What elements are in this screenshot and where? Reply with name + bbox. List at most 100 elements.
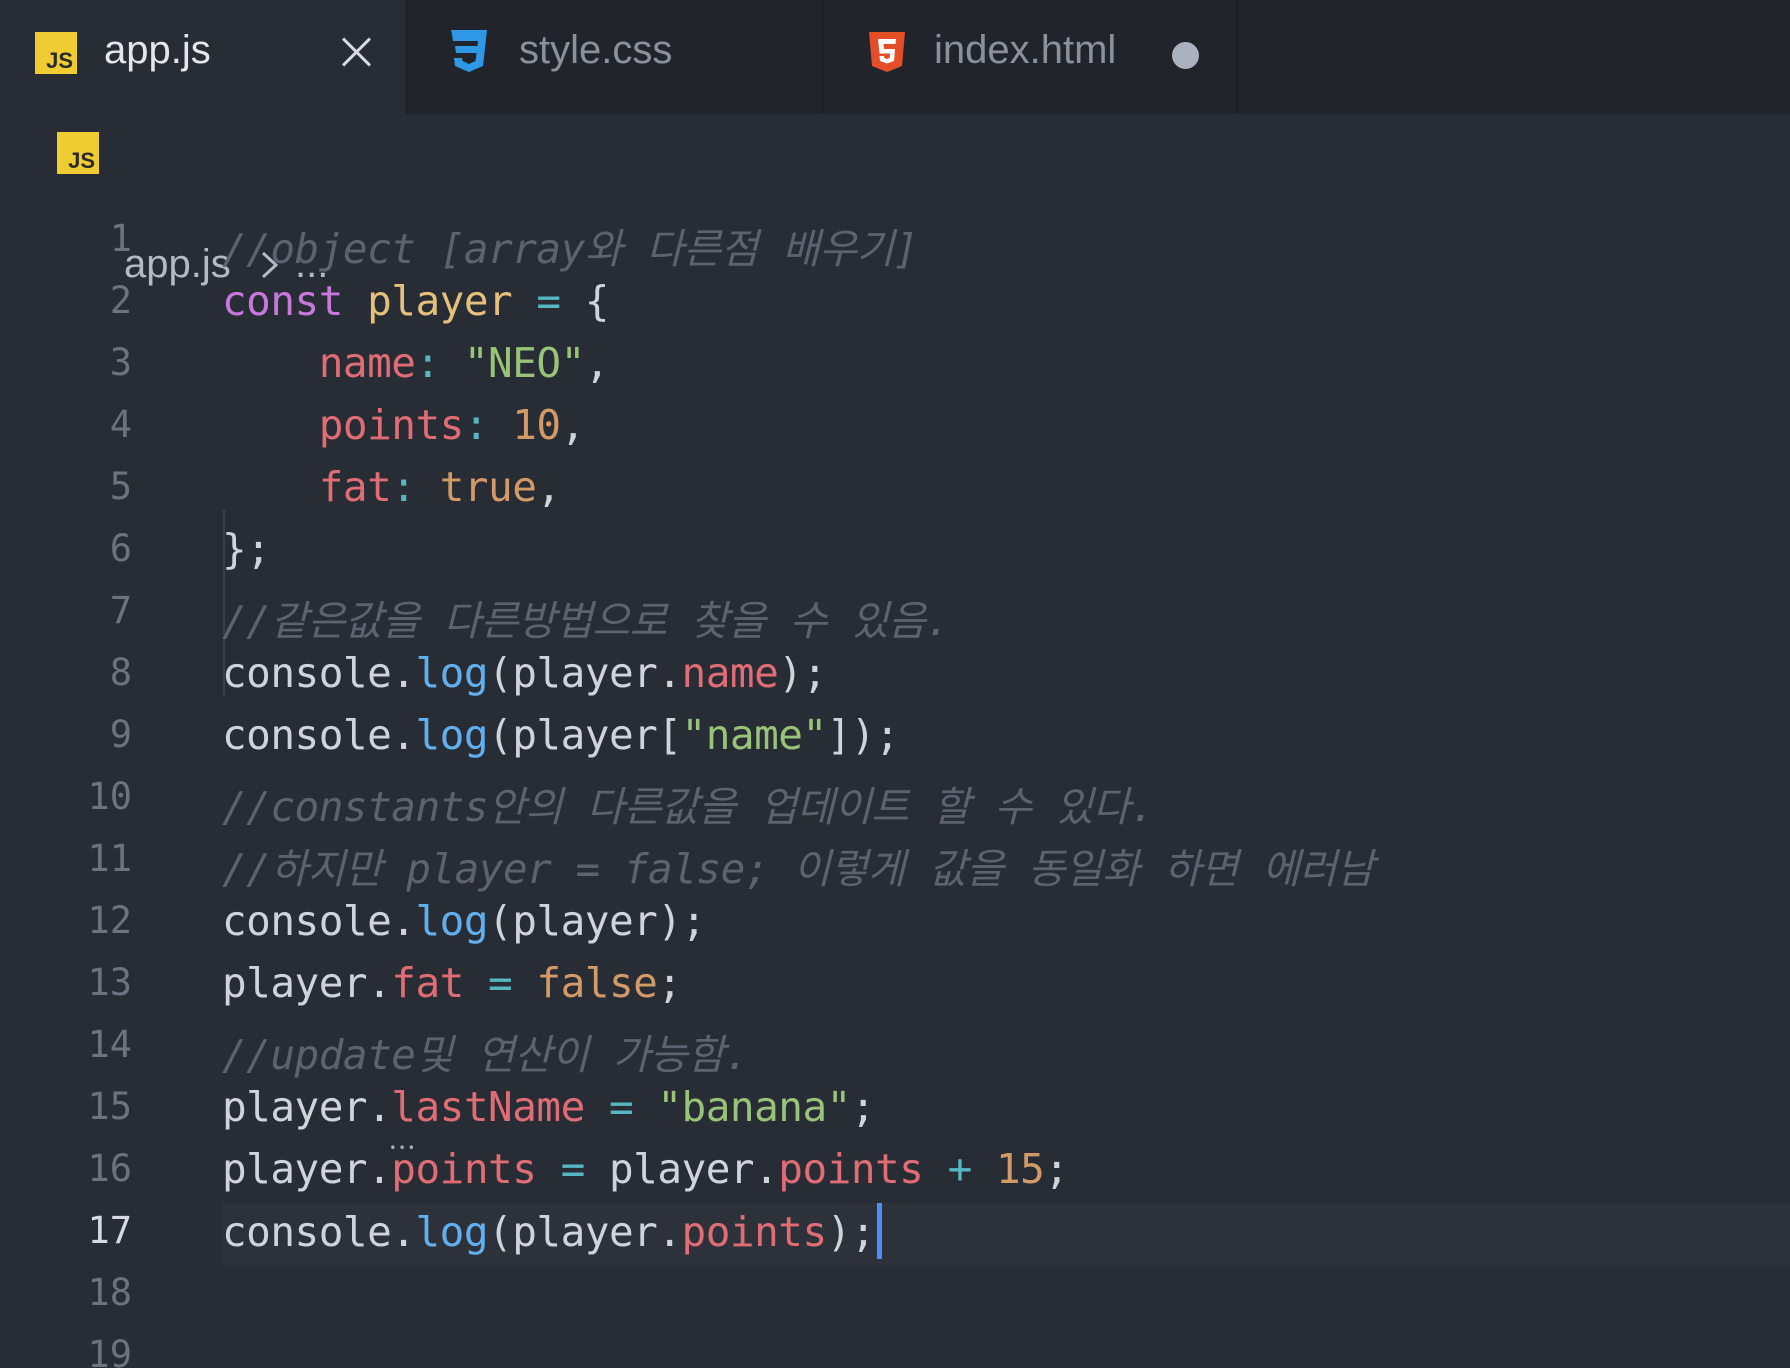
code-token: log [415, 649, 489, 697]
code-token: name [318, 339, 416, 387]
close-icon[interactable] [340, 35, 374, 69]
code-line[interactable]: 16 player.points = player.points + 15; [0, 1141, 1790, 1203]
code-text: console.log(player.points); [222, 1203, 883, 1263]
code-text: player.points = player.points + 15; [222, 1145, 1069, 1193]
code-token: : [415, 339, 441, 387]
code-token: points [318, 401, 465, 449]
code-line[interactable]: 9 console.log(player["name"]); [0, 707, 1790, 769]
unsaved-changes-dot-icon[interactable] [1172, 42, 1199, 69]
code-text: player.fat = false; [222, 959, 682, 1007]
tab-label: style.css [519, 28, 673, 72]
line-number[interactable]: 7 [32, 589, 132, 632]
line-number[interactable]: 11 [32, 837, 132, 880]
code-line[interactable]: 17 console.log(player.points); [0, 1203, 1790, 1265]
code-token: "name" [681, 711, 828, 759]
code-token: console. [222, 1208, 416, 1256]
code-line[interactable]: 18 [0, 1265, 1790, 1327]
code-token: //object [array와 다른점 배우기] [222, 225, 918, 273]
code-text: console.log(player["name"]); [222, 711, 900, 759]
code-line[interactable]: 12 console.log(player); [0, 893, 1790, 955]
code-text: //같은값을 다른방법으로 찾을 수 있음. [222, 587, 950, 647]
code-text: points: 10, [222, 401, 586, 449]
code-token: console. [222, 649, 416, 697]
line-number[interactable]: 10 [32, 775, 132, 818]
line-number[interactable]: 6 [32, 527, 132, 570]
code-text: //constants안의 다른값을 업데이트 할 수 있다. [222, 773, 1155, 833]
code-token: //같은값을 다른방법으로 찾을 수 있음. [222, 597, 950, 645]
code-line[interactable]: 1 //object [array와 다른점 배우기] [0, 211, 1790, 273]
code-token: player. [584, 1145, 779, 1193]
line-number[interactable]: 12 [32, 899, 132, 942]
tab-app-js[interactable]: JS app.js [0, 0, 407, 114]
code-token: ; [657, 959, 682, 1007]
code-token: //update및 연산이 가능함. [222, 1031, 749, 1079]
line-number[interactable]: 1 [32, 217, 132, 260]
line-number[interactable]: 13 [32, 961, 132, 1004]
line-number[interactable]: 9 [32, 713, 132, 756]
breadcrumb: JS app.js ... [0, 114, 1790, 286]
code-line[interactable]: 7 //같은값을 다른방법으로 찾을 수 있음. [0, 583, 1790, 645]
line-number[interactable]: 8 [32, 651, 132, 694]
code-line[interactable]: 5 fat: true, [0, 459, 1790, 521]
code-line[interactable]: 6}; [0, 521, 1790, 583]
line-number[interactable]: 18 [32, 1271, 132, 1314]
code-token: log [415, 897, 489, 945]
line-number[interactable]: 5 [32, 465, 132, 508]
code-text: //update및 연산이 가능함. [222, 1021, 749, 1081]
code-line[interactable]: 13 player.fat = false; [0, 955, 1790, 1017]
code-token: player [367, 277, 513, 325]
code-line[interactable]: 15 player.lastName = "banana"; [0, 1079, 1790, 1141]
line-number[interactable]: 17 [32, 1209, 132, 1252]
code-editor[interactable]: 1 //object [array와 다른점 배우기] 2 const player … [0, 194, 1790, 1368]
code-text: fat: true, [222, 463, 561, 511]
code-token: name [681, 649, 779, 697]
line-number[interactable]: 15 [32, 1085, 132, 1128]
code-token: points [681, 1208, 828, 1256]
code-token: (player. [488, 649, 682, 697]
code-token: ; [850, 1083, 876, 1131]
code-token: = [536, 277, 561, 325]
line-number[interactable]: 3 [32, 341, 132, 384]
tab-bar: JS app.js style.css index.html [0, 0, 1790, 114]
code-text: //object [array와 다른점 배우기] [222, 215, 918, 275]
code-line[interactable]: 11 //하지만 player = false; 이렇게 값을 동일화 하면 에러… [0, 831, 1790, 893]
code-token: const [222, 277, 343, 325]
code-line[interactable]: 8 console.log(player.name); [0, 645, 1790, 707]
code-line[interactable]: 2 const player = { [0, 273, 1790, 335]
code-text: console.log(player); [222, 897, 706, 945]
code-token: , [584, 339, 610, 387]
code-token: "banana" [657, 1083, 851, 1131]
text-cursor [877, 1203, 883, 1259]
code-token: ); [826, 1208, 876, 1256]
code-line[interactable]: 4 points: 10, [0, 397, 1790, 459]
code-text: //하지만 player = false; 이렇게 값을 동일화 하면 에러남 [222, 835, 1374, 895]
code-token: }; [222, 525, 271, 573]
line-number[interactable]: 14 [32, 1023, 132, 1066]
code-line[interactable]: 19 [0, 1327, 1790, 1368]
line-number[interactable]: 16 [32, 1147, 132, 1190]
line-number[interactable]: 19 [32, 1333, 132, 1368]
js-file-icon: JS [57, 132, 99, 174]
code-token: points [778, 1145, 924, 1193]
line-number[interactable]: 4 [32, 403, 132, 446]
code-token: (player); [488, 897, 706, 945]
code-line[interactable]: 3 name: "NEO", [0, 335, 1790, 397]
line-number[interactable]: 2 [32, 279, 132, 322]
tab-style-css[interactable]: style.css [407, 0, 823, 114]
code-token: "NEO" [463, 339, 585, 387]
code-token: player. [222, 959, 392, 1007]
code-line[interactable]: 14 //update및 연산이 가능함. [0, 1017, 1790, 1079]
code-token: , [536, 463, 561, 511]
tab-label: index.html [934, 28, 1117, 72]
code-token: { [560, 277, 610, 325]
tab-label: app.js [104, 28, 211, 72]
code-line[interactable]: 10 //constants안의 다른값을 업데이트 할 수 있다. [0, 769, 1790, 831]
